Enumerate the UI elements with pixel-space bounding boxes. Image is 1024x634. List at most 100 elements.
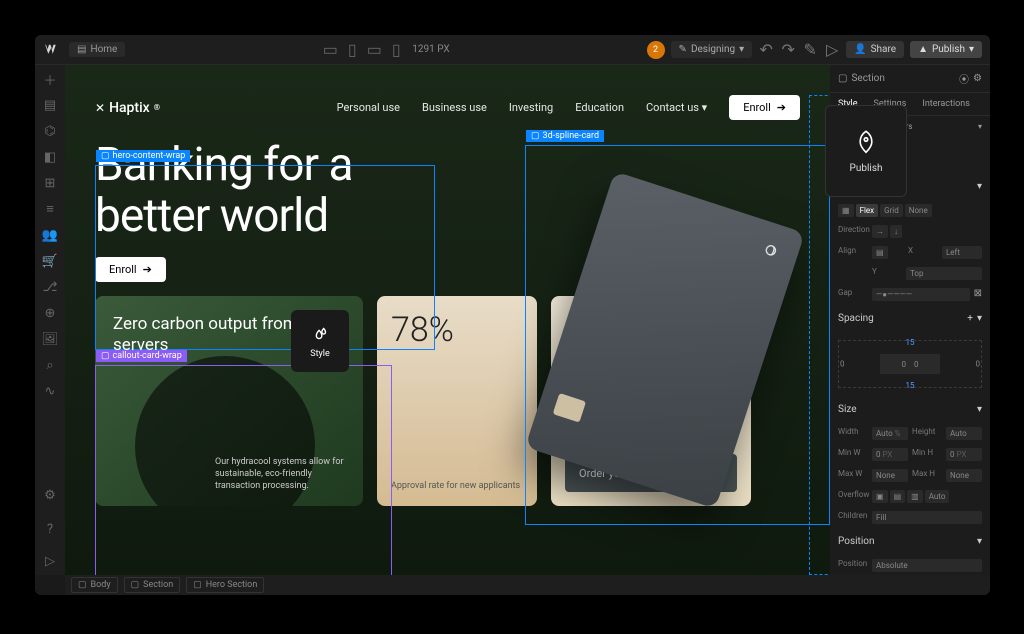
overflow-scroll-icon[interactable]: ▥ [907, 490, 923, 503]
position-section-title[interactable]: Position▾ [838, 532, 982, 551]
display-segmented[interactable]: ▦ Flex Grid None [838, 204, 982, 217]
logic-icon[interactable]: ⎇ [42, 279, 58, 295]
settings-icon[interactable]: ⚙ [973, 73, 982, 84]
minw-input[interactable]: 0 PX [872, 448, 908, 461]
maxh-input[interactable]: None [946, 469, 982, 482]
nav-education[interactable]: Education [575, 101, 624, 114]
ecommerce-icon[interactable]: 🛒 [42, 253, 58, 269]
enroll-hero-button[interactable]: Enroll ➔ [95, 257, 166, 282]
undo-icon[interactable]: ↶ [758, 42, 774, 58]
align-y-value[interactable]: Top [906, 267, 982, 280]
size-section-title[interactable]: Size▾ [838, 400, 982, 419]
site-root: ✕ Haptix® Personal use Business use Inve… [65, 65, 830, 575]
find-icon[interactable]: ⌕ [42, 357, 58, 373]
apps-icon[interactable]: ⊕ [42, 305, 58, 321]
site-nav: ✕ Haptix® Personal use Business use Inve… [65, 65, 830, 120]
align-icon[interactable]: ▤ [872, 246, 888, 259]
align-x-value[interactable]: Left [942, 246, 982, 259]
position-value[interactable]: Absolute [872, 559, 982, 572]
comments-icon[interactable]: ✎ [802, 42, 818, 58]
publish-popover[interactable]: Publish [825, 105, 907, 197]
overflow-hidden-icon[interactable]: ▤ [890, 490, 906, 503]
spacing-box-model[interactable]: 00 15 15 0 0 [838, 340, 982, 388]
style-icon-box[interactable]: Style [291, 310, 349, 372]
design-canvas[interactable]: ✕ Haptix® Personal use Business use Inve… [65, 65, 830, 575]
nav-contact[interactable]: Contact us ▾ [646, 101, 707, 114]
overflow-segmented[interactable]: ▣ ▤ ▥ Auto [872, 490, 982, 503]
tablet-icon[interactable]: ▯ [344, 43, 360, 57]
arrow-right-icon: ➔ [143, 263, 152, 276]
desktop-icon[interactable]: ▭ [322, 43, 338, 57]
approval-card[interactable]: 78% Approval rate for new applicants [377, 296, 537, 506]
nav-personal[interactable]: Personal use [337, 101, 400, 114]
chevron-down-icon: ▾ [739, 44, 744, 55]
margin-bottom[interactable]: 15 [906, 381, 915, 390]
nav-business[interactable]: Business use [422, 101, 487, 114]
width-input[interactable]: Auto % [872, 427, 908, 440]
redo-icon[interactable]: ↷ [780, 42, 796, 58]
approval-sub: Approval rate for new applicants [391, 481, 523, 493]
overflow-visible-icon[interactable]: ▣ [872, 490, 888, 503]
preview-icon[interactable]: ▷ [824, 42, 840, 58]
spacing-section-title[interactable]: Spacing +▾ [838, 309, 982, 328]
device-switcher: ▭ ▯ ▭ ▯ [322, 43, 404, 57]
plus-icon[interactable]: + [967, 313, 973, 324]
inspector-breadcrumb[interactable]: ▢ Section ⦿ ⚙ [830, 65, 990, 93]
publish-button[interactable]: ▲ Publish ▾ [910, 41, 982, 58]
callout-card-green[interactable]: Zero carbon output from servers Style Ou… [95, 296, 363, 506]
display-flex[interactable]: Flex [856, 204, 879, 217]
maxw-input[interactable]: None [872, 469, 908, 482]
overflow-auto[interactable]: Auto [925, 490, 950, 503]
children-fit[interactable]: Fill [872, 511, 982, 524]
margin-left[interactable]: 0 [840, 360, 845, 369]
target-icon[interactable]: ⦿ [959, 71, 969, 86]
tab-interactions[interactable]: Interactions [914, 93, 978, 115]
enroll-nav-button[interactable]: Enroll ➔ [729, 95, 800, 120]
video-icon[interactable]: ▷ [42, 553, 58, 569]
dir-row-icon[interactable]: → [872, 225, 888, 238]
card-green-desc: Our hydracool systems allow for sustaina… [215, 456, 349, 492]
chevron-down-icon[interactable]: ▾ [978, 122, 982, 131]
publish-popover-label: Publish [850, 163, 883, 174]
margin-right[interactable]: 0 [976, 360, 981, 369]
approval-percent: 78% [391, 310, 523, 350]
webflow-logo-icon [43, 41, 61, 59]
cms-icon[interactable]: ≡ [42, 201, 58, 217]
add-icon[interactable]: ＋ [42, 71, 58, 87]
assets-icon[interactable]: 🖼 [42, 331, 58, 347]
settings-icon[interactable]: ⚙ [42, 487, 58, 503]
mode-dropdown[interactable]: ✎ Designing ▾ [671, 41, 753, 58]
crumb-body[interactable]: ▢Body [71, 577, 118, 593]
minh-input[interactable]: 0 PX [946, 448, 982, 461]
components-icon[interactable]: ◧ [42, 149, 58, 165]
height-input[interactable]: Auto [946, 427, 982, 440]
lock-icon[interactable]: ⊠ [974, 288, 982, 301]
pages-icon[interactable]: ▤ [42, 97, 58, 113]
display-block-icon[interactable]: ▦ [838, 204, 854, 217]
crumb-hero[interactable]: ▢Hero Section [186, 577, 264, 593]
users-icon[interactable]: 👥 [42, 227, 58, 243]
card-logo-icon [757, 236, 785, 264]
nav-investing[interactable]: Investing [509, 101, 553, 114]
gap-input[interactable]: —●———— [872, 288, 970, 301]
display-none[interactable]: None [905, 204, 932, 217]
brand-logo[interactable]: ✕ Haptix® [95, 100, 160, 116]
chevron-down-icon: ▾ [969, 44, 974, 55]
dir-col-icon[interactable]: ↓ [890, 225, 902, 238]
chevron-down-icon: ▾ [977, 404, 982, 415]
help-icon[interactable]: ? [42, 521, 58, 537]
collaborator-avatar[interactable]: 2 [647, 41, 665, 59]
display-grid[interactable]: Grid [880, 204, 903, 217]
tablet-landscape-icon[interactable]: ▭ [366, 43, 382, 57]
navigator-icon[interactable]: ⌬ [42, 123, 58, 139]
a11y-icon[interactable]: ∿ [42, 383, 58, 399]
variables-icon[interactable]: ⊞ [42, 175, 58, 191]
chevron-down-icon: ▾ [977, 313, 982, 324]
share-button[interactable]: 👤 Share [846, 41, 904, 58]
chevron-down-icon: ▾ [702, 101, 708, 114]
box-icon: ▢ [131, 580, 140, 590]
crumb-section[interactable]: ▢Section [124, 577, 181, 593]
mobile-icon[interactable]: ▯ [388, 43, 404, 57]
margin-top[interactable]: 15 [906, 338, 915, 347]
home-page-pill[interactable]: ▤ Home [69, 42, 125, 57]
